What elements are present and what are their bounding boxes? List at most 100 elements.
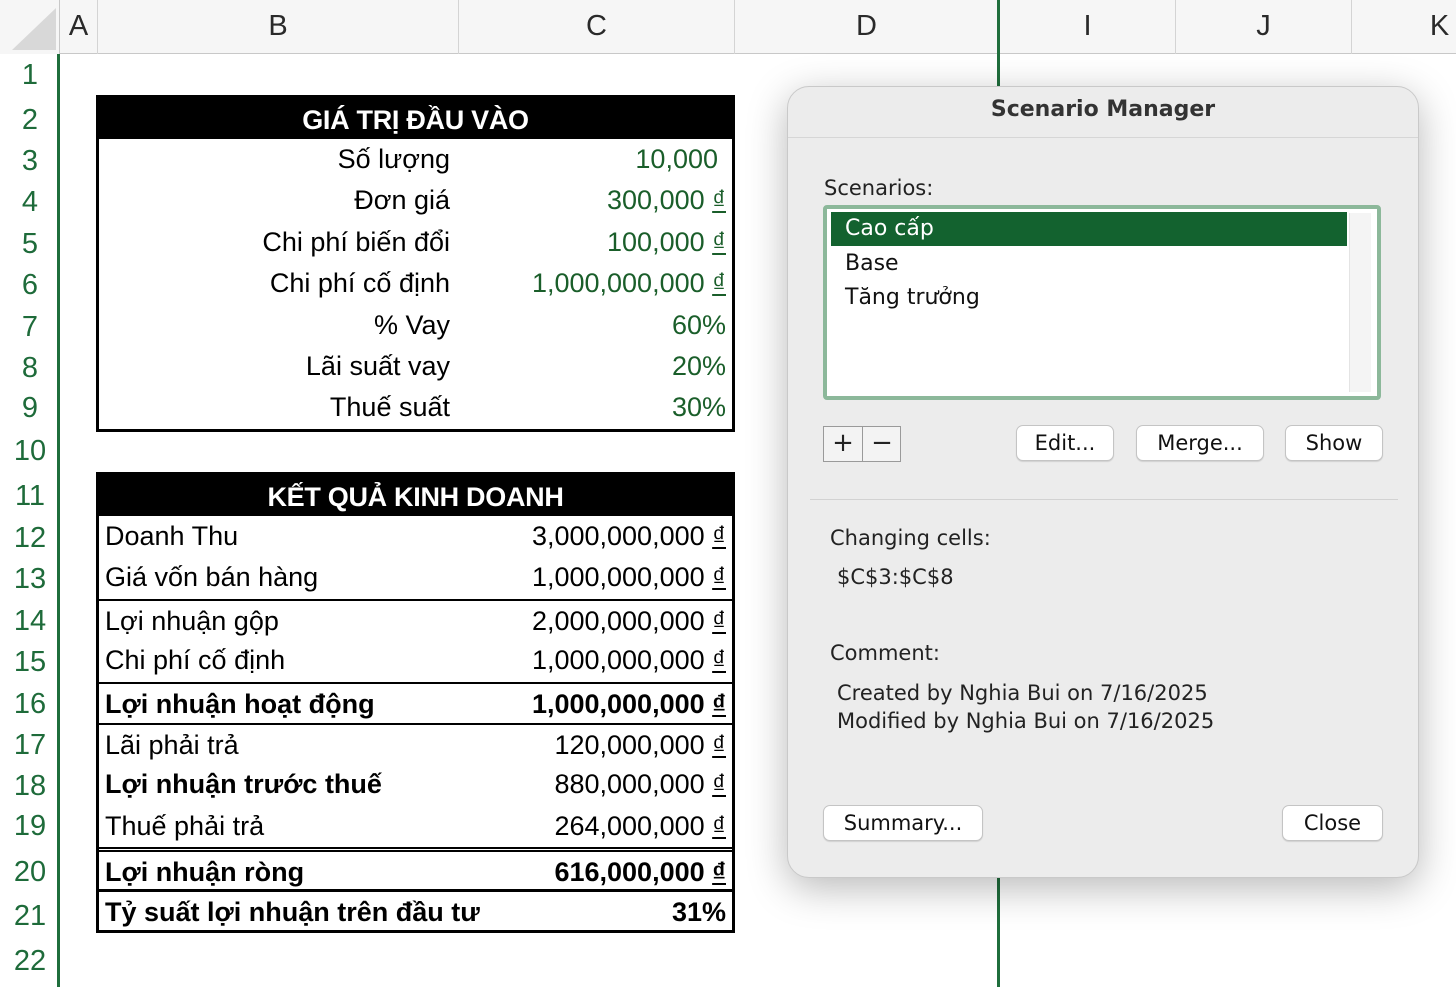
scenario-item-cao-cap[interactable]: Cao cấp: [831, 212, 1347, 246]
currency-symbol: ₫: [712, 605, 726, 636]
row-value: 616,000,000 ₫: [554, 857, 726, 888]
select-all-corner[interactable]: [0, 0, 60, 54]
summary-button[interactable]: Summary...: [823, 805, 983, 841]
add-remove-control: + −: [823, 426, 901, 462]
row-value: 3,000,000,000 ₫: [531, 521, 726, 551]
row-value: 60%: [671, 309, 726, 340]
row-value: 30%: [671, 392, 726, 423]
scenario-manager-dialog: Scenario Manager Scenarios: Cao cấp Base…: [787, 86, 1419, 878]
row-value: 100,000 ₫: [607, 226, 726, 257]
table-row[interactable]: Lợi nhuận trước thuế 880,000,000 ₫: [99, 764, 732, 805]
row-value: 300,000 ₫: [607, 185, 726, 216]
row-value: 1,000,000,000 ₫: [531, 645, 726, 676]
row-label: % Vay: [373, 309, 450, 340]
row-header[interactable]: 20: [0, 856, 60, 889]
row-header[interactable]: 8: [0, 352, 60, 385]
row-header[interactable]: 9: [0, 392, 60, 425]
row-header[interactable]: 7: [0, 311, 60, 344]
row-label: Doanh Thu: [105, 521, 239, 551]
scenario-item-tang-truong[interactable]: Tăng trưởng: [831, 281, 1347, 315]
row-header[interactable]: 4: [0, 186, 60, 219]
column-header-k[interactable]: K: [1352, 0, 1456, 54]
dialog-separator: [810, 499, 1398, 500]
table-row[interactable]: Thuế phải trả 264,000,000 ₫: [99, 806, 732, 847]
show-button[interactable]: Show: [1285, 425, 1383, 461]
currency-symbol: ₫: [712, 857, 726, 888]
table-row[interactable]: Thuế suất 30%: [99, 387, 732, 428]
row-header[interactable]: 2: [0, 104, 60, 137]
row-label: Lợi nhuận trước thuế: [105, 769, 382, 800]
merge-button[interactable]: Merge...: [1136, 425, 1264, 461]
table-row[interactable]: Chi phí biến đổi 100,000 ₫: [99, 222, 732, 263]
table-row[interactable]: % Vay 60%: [99, 305, 732, 346]
table-row[interactable]: Chi phí cố định 1,000,000,000 ₫: [99, 263, 732, 304]
table-row[interactable]: Lợi nhuận ròng 616,000,000 ₫: [99, 847, 732, 888]
scenarios-label: Scenarios:: [824, 176, 934, 200]
column-header-b[interactable]: B: [98, 0, 459, 54]
row-header[interactable]: 15: [0, 646, 60, 679]
row-header[interactable]: 18: [0, 770, 60, 803]
column-header-c[interactable]: C: [459, 0, 735, 54]
row-header[interactable]: 3: [0, 145, 60, 178]
comment-line-created: Created by Nghia Bui on 7/16/2025: [837, 681, 1208, 705]
inputs-table: GIÁ TRỊ ĐẦU VÀO Số lượng 10,000 Đơn giá …: [96, 95, 735, 432]
row-header[interactable]: 5: [0, 228, 60, 261]
column-header-j[interactable]: J: [1176, 0, 1352, 54]
table-row[interactable]: Doanh Thu 3,000,000,000 ₫: [99, 516, 732, 557]
results-table-title[interactable]: KẾT QUẢ KINH DOANH: [99, 475, 732, 516]
row-label: Thuế phải trả: [105, 810, 265, 841]
currency-symbol: ₫: [712, 521, 726, 551]
table-row[interactable]: Lãi suất vay 20%: [99, 346, 732, 387]
row-header[interactable]: 10: [0, 435, 60, 468]
column-header-d[interactable]: D: [735, 0, 999, 54]
dialog-title: Scenario Manager: [990, 97, 1216, 122]
table-row[interactable]: Lãi phải trả 120,000,000 ₫: [99, 722, 732, 764]
table-row[interactable]: Lợi nhuận hoạt động 1,000,000,000 ₫: [99, 681, 732, 723]
row-label: Chi phí biến đổi: [262, 226, 450, 257]
row-value: 2,000,000,000 ₫: [531, 605, 726, 636]
row-header[interactable]: 22: [0, 945, 60, 978]
row-label: Lợi nhuận ròng: [105, 857, 305, 888]
table-row[interactable]: Giá vốn bán hàng 1,000,000,000 ₫: [99, 557, 732, 598]
add-scenario-button[interactable]: +: [824, 427, 862, 461]
currency-symbol: ₫: [712, 226, 726, 257]
row-header[interactable]: 6: [0, 269, 60, 302]
row-value: 1,000,000,000 ₫: [531, 688, 726, 719]
scenarios-list[interactable]: Cao cấp Base Tăng trưởng: [823, 205, 1381, 400]
table-row[interactable]: Lợi nhuận gộp 2,000,000,000 ₫: [99, 598, 732, 640]
scenarios-scrollbar[interactable]: [1349, 213, 1371, 392]
currency-symbol: ₫: [712, 769, 726, 800]
row-header[interactable]: 19: [0, 810, 60, 843]
delete-scenario-button[interactable]: −: [863, 427, 901, 461]
row-header[interactable]: 11: [0, 480, 60, 513]
row-value: 880,000,000 ₫: [554, 769, 726, 800]
row-header[interactable]: 1: [0, 59, 60, 92]
row-value: 264,000,000 ₫: [554, 810, 726, 841]
inputs-table-title[interactable]: GIÁ TRỊ ĐẦU VÀO: [99, 98, 732, 139]
row-header[interactable]: 12: [0, 522, 60, 555]
row-value: 1,000,000,000 ₫: [531, 562, 726, 593]
row-header[interactable]: 21: [0, 900, 60, 933]
column-header-a[interactable]: A: [60, 0, 98, 54]
scenario-item-base[interactable]: Base: [831, 247, 1347, 281]
row-header[interactable]: 13: [0, 563, 60, 596]
table-row[interactable]: Số lượng 10,000: [99, 139, 732, 180]
row-label: Đơn giá: [354, 185, 450, 216]
row-value: 20%: [671, 350, 726, 381]
row-label: Chi phí cố định: [105, 645, 286, 676]
row-header[interactable]: 14: [0, 605, 60, 638]
row-label: Lợi nhuận gộp: [105, 605, 279, 636]
row-value: 10,000: [635, 144, 718, 174]
edit-button[interactable]: Edit...: [1016, 425, 1114, 461]
column-header-i[interactable]: I: [1000, 0, 1176, 54]
row-label: Lãi suất vay: [305, 350, 450, 381]
currency-symbol: ₫: [712, 645, 726, 676]
close-button[interactable]: Close: [1282, 805, 1383, 841]
table-row[interactable]: Đơn giá 300,000 ₫: [99, 180, 732, 221]
currency-symbol: ₫: [712, 562, 726, 593]
table-row[interactable]: Tỷ suất lợi nhuận trên đầu tư 31%: [99, 888, 732, 930]
table-row[interactable]: Chi phí cố định 1,000,000,000 ₫: [99, 640, 732, 681]
row-header[interactable]: 17: [0, 729, 60, 762]
currency-symbol: ₫: [712, 688, 726, 719]
row-header[interactable]: 16: [0, 688, 60, 721]
